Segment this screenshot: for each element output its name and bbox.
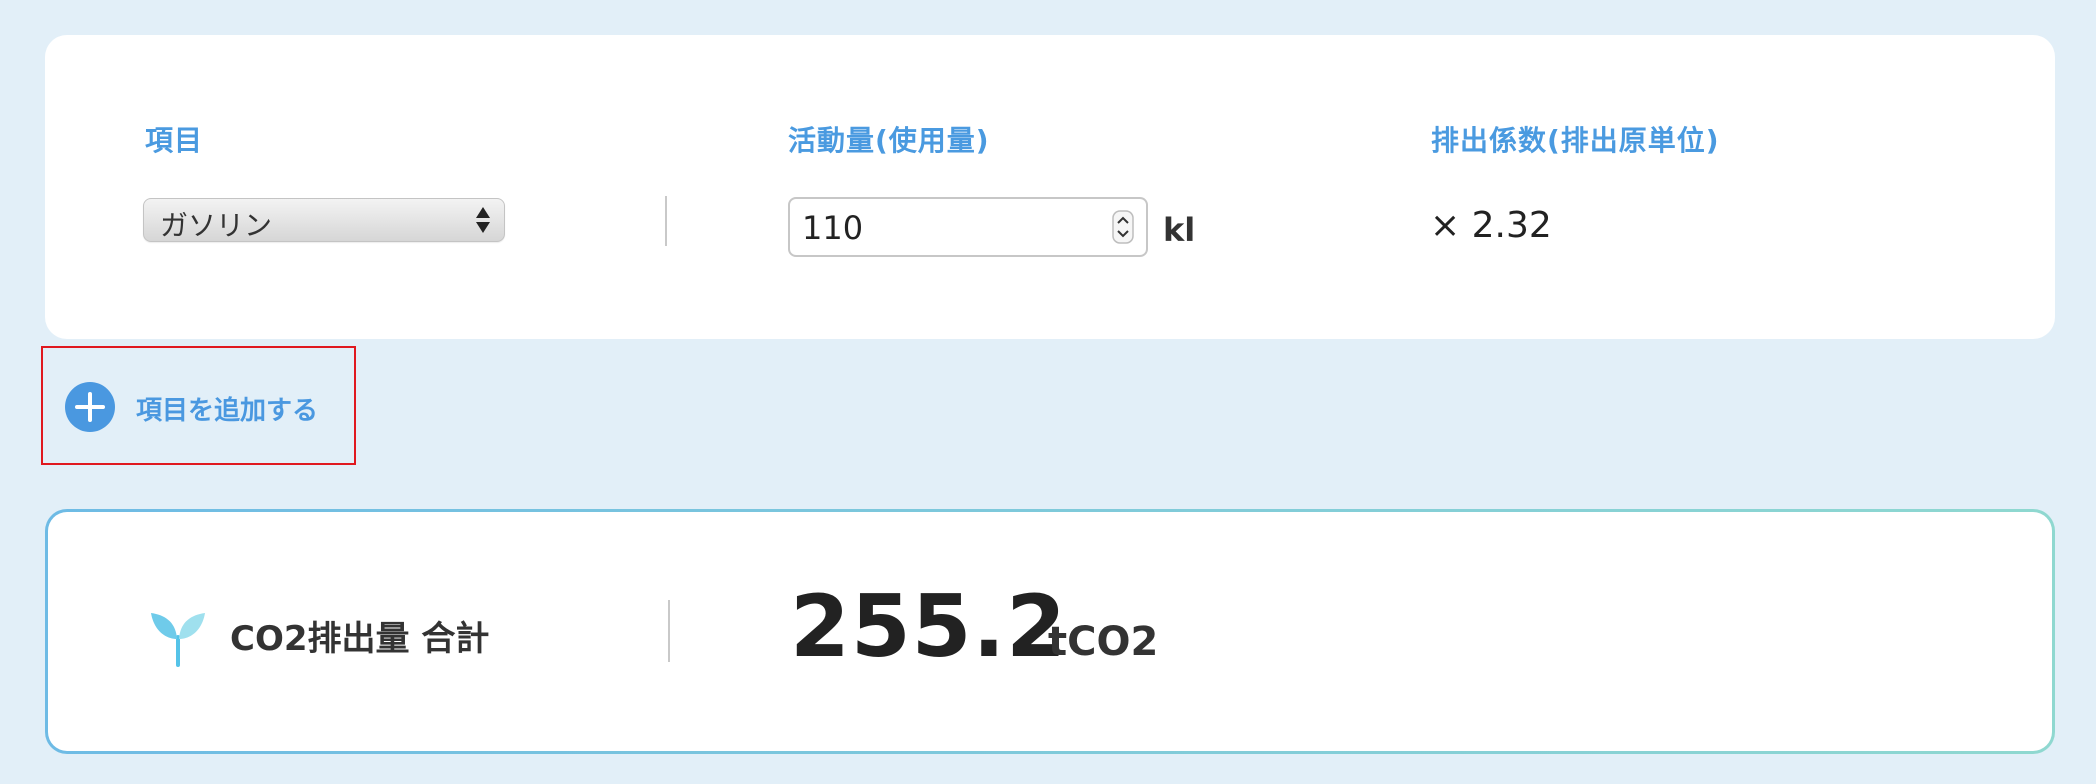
- column-label-factor: 排出係数(排出原単位): [1431, 124, 1720, 157]
- total-emission-label: CO2排出量 合計: [230, 619, 490, 659]
- select-arrows-icon: [476, 207, 490, 233]
- plus-circle-icon: [65, 382, 115, 432]
- add-item-label: 項目を追加する: [136, 396, 319, 426]
- add-item-button[interactable]: 項目を追加する: [41, 346, 356, 465]
- item-select[interactable]: ガソリン: [143, 198, 505, 242]
- total-emission-unit: tCO2: [1048, 619, 1159, 665]
- emission-item-card: 項目 活動量(使用量) 排出係数(排出原単位) ガソリン 110 kl × 2.…: [45, 35, 2055, 339]
- column-label-item: 項目: [145, 124, 204, 157]
- number-stepper-icon[interactable]: [1112, 210, 1134, 244]
- item-select-value: ガソリン: [160, 209, 273, 242]
- emission-factor-value: × 2.32: [1430, 205, 1552, 246]
- activity-unit: kl: [1163, 211, 1196, 249]
- column-label-activity: 活動量(使用量): [788, 124, 990, 157]
- activity-amount-value: 110: [802, 209, 864, 247]
- sprout-icon: [151, 613, 205, 667]
- total-divider: [668, 600, 670, 662]
- total-emission-card: CO2排出量 合計 255.2 tCO2: [45, 509, 2055, 754]
- total-emission-value: 255.2: [790, 577, 1068, 677]
- activity-amount-input[interactable]: 110: [788, 197, 1148, 257]
- column-divider: [665, 196, 667, 246]
